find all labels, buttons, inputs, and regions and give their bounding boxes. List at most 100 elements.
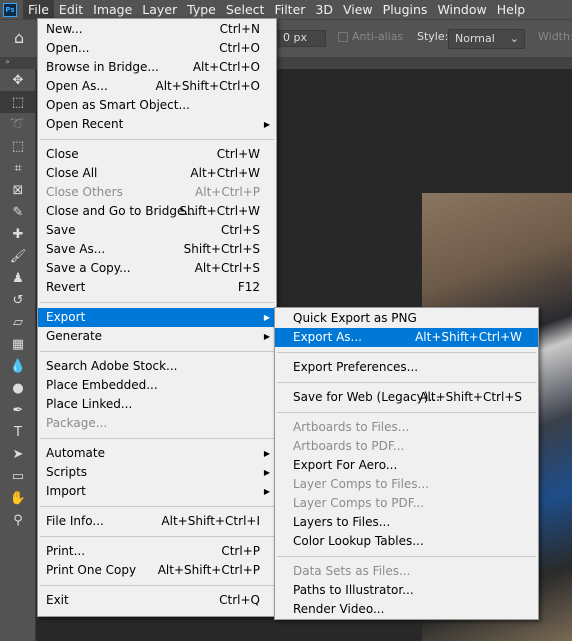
menu-view[interactable]: View: [338, 0, 378, 19]
menu-plugins[interactable]: Plugins: [378, 0, 433, 19]
menu-image[interactable]: Image: [88, 0, 137, 19]
shortcut-label: Alt+Ctrl+P: [195, 185, 260, 199]
zoom-icon[interactable]: ⚲: [0, 509, 36, 531]
eyedropper-icon[interactable]: ✎: [0, 201, 36, 223]
menu-item-package: Package...: [38, 414, 276, 433]
menu-select[interactable]: Select: [221, 0, 270, 19]
menu-item-quick-export-as-png[interactable]: Quick Export as PNG: [275, 309, 538, 328]
anti-alias-checkbox[interactable]: [338, 32, 348, 42]
menu-item-save[interactable]: Save Ctrl+S: [38, 221, 276, 240]
shortcut-label: Ctrl+O: [219, 41, 260, 55]
frame-icon[interactable]: ⊠: [0, 179, 36, 201]
move-icon[interactable]: ✥: [0, 69, 36, 91]
brush-icon[interactable]: 🖌: [0, 245, 36, 267]
blur-icon[interactable]: 💧: [0, 355, 36, 377]
home-icon[interactable]: ⌂: [14, 28, 24, 47]
menu-item-close-and-go-to-bridge[interactable]: Close and Go to Bridge... Shift+Ctrl+W: [38, 202, 276, 221]
menu-item-file-info[interactable]: File Info... Alt+Shift+Ctrl+I: [38, 512, 276, 531]
menu-item-open-as[interactable]: Open As... Alt+Shift+Ctrl+O: [38, 77, 276, 96]
menu-item-paths-to-illustrator[interactable]: Paths to Illustrator...: [275, 581, 538, 600]
crop-icon[interactable]: ⌗: [0, 157, 36, 179]
shortcut-label: Alt+Shift+Ctrl+W: [415, 330, 522, 344]
menu-item-layer-comps-to-files: Layer Comps to Files...: [275, 475, 538, 494]
submenu-arrow-icon: ▶: [263, 332, 270, 341]
menu-item-exit[interactable]: Exit Ctrl+Q: [38, 591, 276, 610]
submenu-arrow-icon: ▶: [263, 449, 270, 458]
eraser-icon[interactable]: ▱: [0, 311, 36, 333]
menu-item-revert[interactable]: Revert F12: [38, 278, 276, 297]
pen-icon[interactable]: ✒: [0, 399, 36, 421]
shortcut-label: Alt+Shift+Ctrl+P: [157, 563, 260, 577]
menu-filter[interactable]: Filter: [269, 0, 310, 19]
menu-item-render-video[interactable]: Render Video...: [275, 600, 538, 619]
menu-item-label: Artboards to Files...: [293, 420, 410, 434]
menu-item-scripts[interactable]: Scripts ▶: [38, 463, 276, 482]
menu-item-import[interactable]: Import ▶: [38, 482, 276, 501]
shortcut-label: Ctrl+Q: [219, 593, 260, 607]
menu-item-open-as-smart-object[interactable]: Open as Smart Object...: [38, 96, 276, 115]
menu-item-save-as[interactable]: Save As... Shift+Ctrl+S: [38, 240, 276, 259]
healing-icon[interactable]: ✚: [0, 223, 36, 245]
chevron-down-icon: ⌄: [509, 32, 519, 45]
menu-item-label: Close and Go to Bridge...: [46, 204, 196, 218]
rectangle-icon[interactable]: ▭: [0, 465, 36, 487]
menu-item-close-all[interactable]: Close All Alt+Ctrl+W: [38, 164, 276, 183]
menu-item-label: Layers to Files...: [293, 515, 391, 529]
menu-item-browse-in-bridge[interactable]: Browse in Bridge... Alt+Ctrl+O: [38, 58, 276, 77]
shortcut-label: F12: [237, 280, 260, 294]
menu-3d[interactable]: 3D: [310, 0, 338, 19]
menu-edit[interactable]: Edit: [54, 0, 88, 19]
menu-item-label: Layer Comps to PDF...: [293, 496, 425, 510]
object-select-icon[interactable]: ⬚: [0, 135, 36, 157]
feather-input[interactable]: 0 px: [278, 30, 326, 47]
menu-item-generate[interactable]: Generate ▶: [38, 327, 276, 346]
marquee-icon[interactable]: ⬚: [0, 91, 36, 113]
menu-item-label: Save for Web (Legacy)...: [293, 390, 440, 404]
menu-help[interactable]: Help: [492, 0, 531, 19]
history-brush-icon[interactable]: ↺: [0, 289, 36, 311]
menu-item-label: Close: [46, 147, 79, 161]
menu-item-open[interactable]: Open... Ctrl+O: [38, 39, 276, 58]
menu-item-open-recent[interactable]: Open Recent ▶: [38, 115, 276, 134]
menu-item-save-for-web-legacy[interactable]: Save for Web (Legacy)... Alt+Shift+Ctrl+S: [275, 388, 538, 407]
menu-item-new[interactable]: New... Ctrl+N: [38, 20, 276, 39]
type-icon[interactable]: T: [0, 421, 36, 443]
lasso-icon[interactable]: ➰: [0, 113, 36, 135]
menu-item-label: Automate: [46, 446, 105, 460]
menu-separator: [38, 297, 276, 308]
path-select-icon[interactable]: ➤: [0, 443, 36, 465]
menu-item-place-embedded[interactable]: Place Embedded...: [38, 376, 276, 395]
menu-item-search-adobe-stock[interactable]: Search Adobe Stock...: [38, 357, 276, 376]
menu-item-export-preferences[interactable]: Export Preferences...: [275, 358, 538, 377]
submenu-arrow-icon: ▶: [263, 487, 270, 496]
menu-window[interactable]: Window: [432, 0, 491, 19]
menu-item-save-a-copy[interactable]: Save a Copy... Alt+Ctrl+S: [38, 259, 276, 278]
shortcut-label: Alt+Shift+Ctrl+I: [161, 514, 260, 528]
menu-item-automate[interactable]: Automate ▶: [38, 444, 276, 463]
menu-item-label: Place Embedded...: [46, 378, 158, 392]
menu-type[interactable]: Type: [182, 0, 221, 19]
style-select[interactable]: Normal ⌄: [448, 29, 525, 49]
menu-file[interactable]: File: [23, 0, 54, 19]
menu-item-label: Search Adobe Stock...: [46, 359, 178, 373]
menu-item-color-lookup-tables[interactable]: Color Lookup Tables...: [275, 532, 538, 551]
menu-item-export-for-aero[interactable]: Export For Aero...: [275, 456, 538, 475]
menu-item-layers-to-files[interactable]: Layers to Files...: [275, 513, 538, 532]
menu-layer[interactable]: Layer: [137, 0, 182, 19]
menu-item-export-as[interactable]: Export As... Alt+Shift+Ctrl+W: [275, 328, 538, 347]
shortcut-label: Alt+Ctrl+O: [192, 60, 260, 74]
menu-item-place-linked[interactable]: Place Linked...: [38, 395, 276, 414]
menu-item-layer-comps-to-pdf: Layer Comps to PDF...: [275, 494, 538, 513]
hand-icon[interactable]: ✋: [0, 487, 36, 509]
menu-item-label: Save As...: [46, 242, 106, 256]
menu-item-label: Save a Copy...: [46, 261, 131, 275]
stamp-icon[interactable]: ♟: [0, 267, 36, 289]
menu-item-export[interactable]: Export ▶: [38, 308, 276, 327]
menu-item-label: Close Others: [46, 185, 123, 199]
gradient-icon[interactable]: ▦: [0, 333, 36, 355]
menu-item-print[interactable]: Print... Ctrl+P: [38, 542, 276, 561]
menu-item-print-one-copy[interactable]: Print One Copy Alt+Shift+Ctrl+P: [38, 561, 276, 580]
menu-item-close[interactable]: Close Ctrl+W: [38, 145, 276, 164]
expand-panels-icon[interactable]: »: [5, 57, 10, 66]
dodge-icon[interactable]: ●: [0, 377, 36, 399]
